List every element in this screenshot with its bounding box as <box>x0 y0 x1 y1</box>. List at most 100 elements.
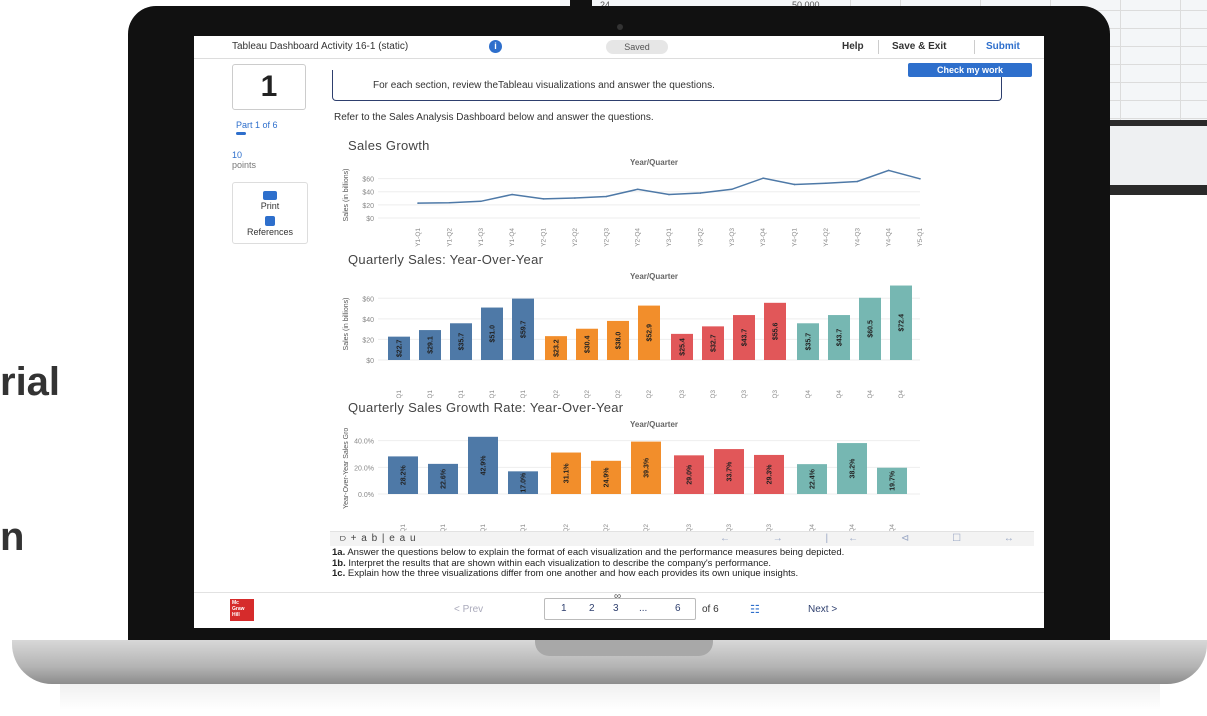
bar-value-label: $52.9 <box>647 324 654 342</box>
x-tick-label: Y2-Q1 <box>427 390 434 398</box>
help-link[interactable]: Help <box>842 41 864 52</box>
y-tick-label: $20 <box>362 203 374 210</box>
x-tick-label: Y1-Q1 <box>396 390 403 398</box>
bar-value-label: 31.1% <box>564 463 571 484</box>
bar-value-label: $30.4 <box>585 336 592 354</box>
tableau-controls[interactable]: ← → |← ⊲ ☐ ↔ <box>720 533 1034 544</box>
line-point <box>511 193 513 196</box>
tableau-logo: ⫐ + a b | e a u <box>340 533 417 544</box>
x-tick-label: Y1-Q2 <box>446 228 453 247</box>
bottom-navigation: Mc Graw Hill < Prev ∞ 1 2 3 ... 6 of 6 ☷… <box>194 591 1044 628</box>
x-tick-label: Y5-Q1 <box>520 524 527 531</box>
page-selector: 1 2 3 ... 6 <box>544 598 696 620</box>
line-point <box>479 200 482 203</box>
background-text-2: n <box>0 515 25 559</box>
line-point <box>919 177 921 180</box>
x-tick-label: Y4-Q1 <box>480 524 487 531</box>
x-tick-label: Y3-Q2 <box>615 390 622 398</box>
bar-value-label: 29.0% <box>687 464 694 485</box>
chart-title-quarterly-sales: Quarterly Sales: Year-Over-Year <box>348 252 544 267</box>
part-progress <box>236 132 246 135</box>
references-icon <box>265 216 275 226</box>
bar-value-label: $72.4 <box>899 314 906 332</box>
x-tick-label: Y4-Q4 <box>886 228 893 247</box>
y-tick-label: 40.0% <box>354 439 374 446</box>
question-text: 1a. Answer the questions below to explai… <box>332 547 1032 580</box>
bar-value-label: 38.2% <box>850 458 857 479</box>
line-point <box>793 183 796 186</box>
bar-value-label: 22.6% <box>441 468 448 489</box>
tableau-toolbar: ⫐ + a b | e a u ← → |← ⊲ ☐ ↔ <box>330 531 1034 546</box>
line-point <box>636 188 639 191</box>
x-tick-label: Y2-Q3 <box>686 524 693 531</box>
line-point <box>605 195 608 198</box>
bar-value-label: $23.2 <box>554 339 561 357</box>
x-tick-label: Y2-Q3 <box>603 228 610 247</box>
chart-title-growth-rate: Quarterly Sales Growth Rate: Year-Over-Y… <box>348 400 624 415</box>
points-value: 10 <box>232 150 243 160</box>
bar-value-label: $59.7 <box>521 320 528 338</box>
save-exit-button[interactable]: Save & Exit <box>892 41 946 52</box>
bar-value-label: 24.9% <box>604 467 611 488</box>
bar-value-label: $43.7 <box>837 329 844 347</box>
x-tick-label: Y3-Q3 <box>729 228 736 247</box>
bar-value-label: 33.7% <box>727 461 734 482</box>
bar-value-label: $35.7 <box>806 333 813 351</box>
x-tick-label: Y2-Q4 <box>635 228 642 247</box>
x-tick-label: Y2-Q1 <box>541 228 548 247</box>
laptop-screen: Tableau Dashboard Activity 16-1 (static)… <box>194 36 1044 628</box>
y-tick-label: 0.0% <box>358 492 374 499</box>
print-button[interactable]: Print <box>233 191 307 211</box>
x-tick-label: Y1-Q2 <box>553 390 560 398</box>
q1c-label: 1c. <box>332 568 346 579</box>
x-tick-label: Y4-Q3 <box>854 228 861 247</box>
prev-button[interactable]: < Prev <box>454 604 483 615</box>
x-tick-label: Y4-Q2 <box>646 390 653 398</box>
q1a-label: 1a. <box>332 547 346 558</box>
line-point <box>887 169 890 172</box>
mcgraw-hill-logo: Mc Graw Hill <box>230 599 254 621</box>
x-tick-label: Y3-Q1 <box>458 390 465 398</box>
part-label: Part 1 of 6 <box>236 120 278 130</box>
page-1-button[interactable]: 1 <box>561 603 567 614</box>
references-button[interactable]: References <box>233 216 307 237</box>
x-tick-label: Y1-Q1 <box>415 228 422 247</box>
check-my-work-button[interactable]: Check my work <box>908 63 1032 77</box>
y-axis-label: Year-Over-Year Sales Grow.. <box>343 428 350 509</box>
print-label: Print <box>260 201 280 211</box>
printer-icon <box>263 191 277 200</box>
points-label: points <box>232 160 257 170</box>
sales-line <box>417 169 921 204</box>
bar-value-label: $32.7 <box>711 334 718 352</box>
y-tick-label: 20.0% <box>354 465 374 472</box>
bar-value-label: $29.1 <box>428 336 435 354</box>
submit-button[interactable]: Submit <box>986 41 1020 52</box>
y-tick-label: $20 <box>362 337 374 344</box>
page-2-button[interactable]: 2 <box>589 603 595 614</box>
x-tick-label: Y1-Q4 <box>509 228 516 247</box>
line-point <box>699 192 702 194</box>
tools-panel: Print References <box>232 182 308 244</box>
x-tick-label: Y2-Q4 <box>836 390 843 398</box>
growth-rate-bar-chart: Year-Over-Year Sales Grow.. 0.0% 20.0% 40.0… <box>343 419 920 543</box>
grid-view-icon[interactable]: ☷ <box>750 603 760 616</box>
laptop-reflection <box>60 684 1160 710</box>
refer-text: Refer to the Sales Analysis Dashboard be… <box>334 112 654 123</box>
bar-value-label: $51.0 <box>490 325 497 343</box>
next-button[interactable]: Next > <box>808 604 837 615</box>
x-tick-label: Y4-Q2 <box>823 228 830 247</box>
x-tick-label: Y2-Q1 <box>400 524 407 531</box>
x-tick-label: Y3-Q2 <box>697 228 704 247</box>
x-tick-label: Y4-Q1 <box>792 228 799 247</box>
question-number: 1 <box>232 64 306 110</box>
question-sidebar: 1 Part 1 of 6 10 points Print References <box>194 58 314 590</box>
page-6-button[interactable]: 6 <box>675 603 681 614</box>
x-tick-label: Y3-Q1 <box>440 524 447 531</box>
info-icon[interactable]: i <box>489 40 502 53</box>
y-tick-label: $40 <box>362 317 374 324</box>
x-tick-label: Y2-Q3 <box>710 390 717 398</box>
background-text-1: rial <box>0 360 61 404</box>
page-3-button[interactable]: 3 <box>613 603 619 614</box>
x-tick-label: Y3-Q1 <box>666 228 673 247</box>
instruction-text: For each section, review theTableau visu… <box>373 80 715 91</box>
